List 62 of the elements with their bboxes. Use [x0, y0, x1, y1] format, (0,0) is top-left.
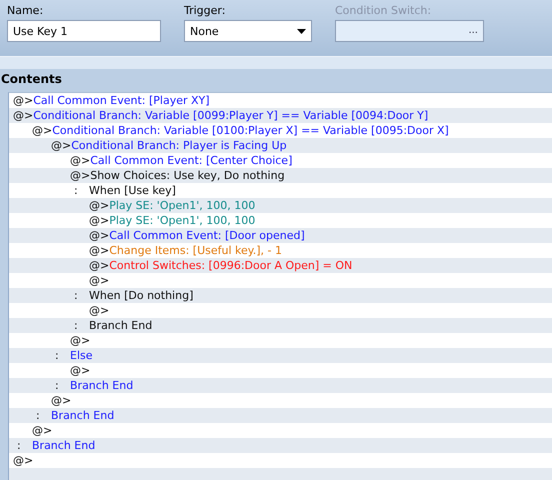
command-row[interactable]: : When [Do nothing] [9, 288, 552, 303]
branch-marker: : [17, 438, 22, 453]
command-row[interactable]: @>Play SE: 'Open1', 100, 100 [9, 198, 552, 213]
branch-marker: : [74, 288, 79, 303]
command-marker: @> [89, 213, 110, 228]
branch-marker: : [36, 408, 41, 423]
branch-text: When [Do nothing] [89, 288, 194, 303]
command-marker: @> [89, 273, 110, 288]
branch-text: When [Use key] [89, 183, 176, 198]
command-row[interactable]: : Branch End [9, 408, 552, 423]
name-label: Name: [7, 4, 44, 18]
branch-text: Branch End [70, 378, 134, 393]
command-marker: @> [89, 258, 110, 273]
trigger-label: Trigger: [184, 4, 226, 18]
command-row[interactable]: : Branch End [9, 378, 552, 393]
command-marker: @> [13, 108, 34, 123]
command-text: Play SE: 'Open1', 100, 100 [109, 213, 256, 228]
command-marker: @> [89, 228, 110, 243]
command-row[interactable]: @>Control Switches: [0996:Door A Open] = ON [9, 258, 552, 273]
branch-marker: : [74, 318, 79, 333]
name-field[interactable]: Use Key 1 [7, 20, 161, 42]
command-marker: @> [32, 123, 52, 138]
caret-icon [297, 28, 306, 34]
command-text: Call Common Event: [Player XY] [33, 93, 210, 108]
command-marker: @> [51, 393, 72, 408]
command-marker: @> [51, 138, 72, 153]
branch-text: Branch End [89, 318, 152, 333]
contents-heading: Contents [0, 71, 63, 88]
command-marker: @> [13, 93, 34, 108]
branch-marker: : [74, 183, 79, 198]
command-marker: @> [89, 243, 110, 258]
condition-switch-label: Condition Switch: [335, 4, 432, 18]
command-marker: @> [89, 198, 110, 213]
branch-text: Branch End [51, 408, 114, 423]
command-row[interactable]: @>Show Choices: Use key, Do nothing [9, 168, 552, 183]
command-marker: @> [70, 333, 90, 348]
command-row[interactable]: : Branch End [9, 438, 552, 453]
command-marker: @> [32, 423, 52, 438]
command-text: Show Choices: Use key, Do nothing [90, 168, 285, 183]
branch-marker: : [55, 378, 60, 393]
command-text: Play SE: 'Open1', 100, 100 [109, 198, 256, 213]
command-text: Conditional Branch: Variable [0099:Player Y] == Variable [0094:Door Y] [33, 108, 428, 123]
trigger-dropdown[interactable]: None [184, 20, 312, 42]
command-marker: @> [70, 168, 90, 183]
branch-text: Else [70, 348, 93, 363]
command-marker: @> [13, 453, 34, 468]
command-text: Call Common Event: [Door opened] [109, 228, 305, 243]
command-row[interactable]: @>Conditional Branch: Player is Facing Up [9, 138, 552, 153]
branch-marker: : [55, 348, 60, 363]
command-text: Change Items: [Useful key.], - 1 [109, 243, 282, 258]
command-row[interactable]: @>Call Common Event: [Door opened] [9, 228, 552, 243]
command-text: Conditional Branch: Player is Facing Up [71, 138, 287, 153]
command-text: Call Common Event: [Center Choice] [90, 153, 292, 168]
command-text: Control Switches: [0996:Door A Open] = ON [109, 258, 352, 273]
branch-text: Branch End [32, 438, 96, 453]
command-text: Conditional Branch: Variable [0100:Player X] == Variable [0095:Door X] [52, 123, 449, 138]
command-row[interactable]: : Branch End [9, 318, 552, 333]
command-row[interactable]: : Else [9, 348, 552, 363]
command-marker: @> [70, 153, 90, 168]
command-marker: @> [70, 363, 90, 378]
command-marker: @> [89, 303, 110, 318]
command-row[interactable]: @>Conditional Branch: Variable [0099:Player Y] == Variable [0094:Door Y] [9, 108, 552, 123]
